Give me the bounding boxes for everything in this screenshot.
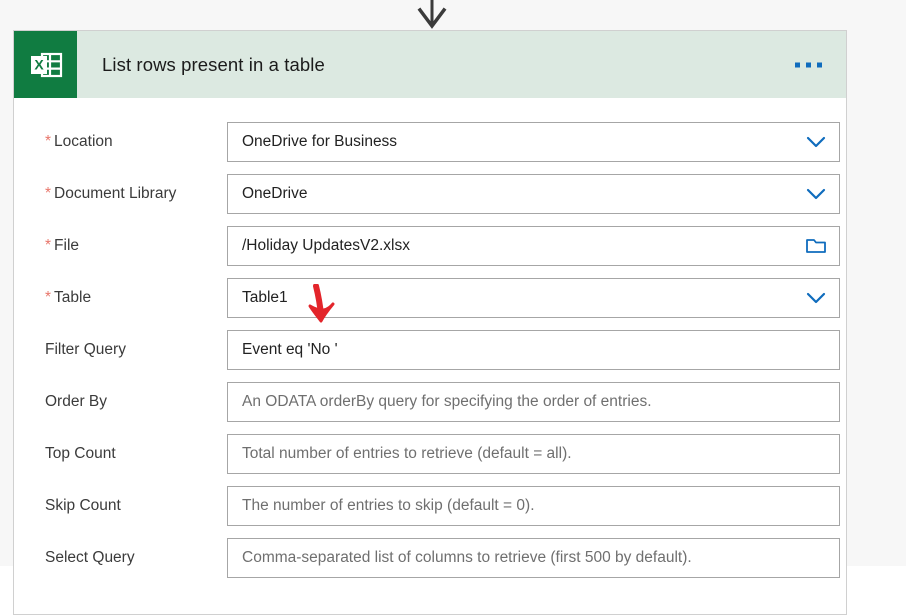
ellipsis-dot bbox=[817, 62, 822, 67]
field-row: Skip Count The number of entries to skip… bbox=[31, 480, 840, 532]
chevron-down-icon[interactable] bbox=[803, 285, 829, 311]
field-label-select-query: Select Query bbox=[31, 549, 227, 567]
field-label-filter-query: Filter Query bbox=[31, 341, 227, 359]
required-marker: * bbox=[45, 133, 52, 150]
field-label-text: Skip Count bbox=[45, 497, 121, 514]
action-card-body: * Location OneDrive for Business * Documen… bbox=[14, 98, 846, 614]
file-input[interactable]: /Holiday UpdatesV2.xlsx bbox=[227, 226, 840, 266]
field-label-text: Filter Query bbox=[45, 341, 126, 358]
field-label-top-count: Top Count bbox=[31, 445, 227, 463]
chevron-down-icon[interactable] bbox=[803, 181, 829, 207]
required-marker: * bbox=[45, 185, 52, 202]
document-library-input[interactable]: OneDrive bbox=[227, 174, 840, 214]
field-label-table: * Table bbox=[31, 289, 227, 307]
field-label-order-by: Order By bbox=[31, 393, 227, 411]
field-row: * Document Library OneDrive bbox=[31, 168, 840, 220]
required-marker: * bbox=[45, 237, 52, 254]
field-row: Top Count Total number of entries to ret… bbox=[31, 428, 840, 480]
top-count-input[interactable]: Total number of entries to retrieve (def… bbox=[227, 434, 840, 474]
table-value: Table1 bbox=[242, 289, 288, 306]
field-row: * Location OneDrive for Business bbox=[31, 116, 840, 168]
excel-glyph: X bbox=[30, 52, 62, 77]
action-card-header[interactable]: X List rows present in a table bbox=[14, 31, 846, 98]
flow-connector bbox=[404, 0, 460, 30]
field-row: Filter Query Event eq 'No ' bbox=[31, 324, 840, 376]
ellipsis-icon[interactable] bbox=[789, 54, 828, 75]
file-value: /Holiday UpdatesV2.xlsx bbox=[242, 237, 410, 254]
skip-count-placeholder: The number of entries to skip (default =… bbox=[242, 497, 535, 514]
location-input[interactable]: OneDrive for Business bbox=[227, 122, 840, 162]
required-marker: * bbox=[45, 289, 52, 306]
chevron-down-icon[interactable] bbox=[803, 129, 829, 155]
field-label-skip-count: Skip Count bbox=[31, 497, 227, 515]
field-label-text: Top Count bbox=[45, 445, 116, 462]
field-label-location: * Location bbox=[31, 133, 227, 151]
flow-connector-arrow-down-icon bbox=[417, 0, 447, 29]
order-by-placeholder: An ODATA orderBy query for specifying th… bbox=[242, 393, 652, 410]
field-label-file: * File bbox=[31, 237, 227, 255]
select-query-input[interactable]: Comma-separated list of columns to retri… bbox=[227, 538, 840, 578]
location-value: OneDrive for Business bbox=[242, 133, 398, 150]
table-input[interactable]: Table1 bbox=[227, 278, 840, 318]
screenshot-canvas: X List rows present in a table * Location… bbox=[0, 0, 906, 615]
top-count-placeholder: Total number of entries to retrieve (def… bbox=[242, 445, 572, 462]
field-row: * File /Holiday UpdatesV2.xlsx bbox=[31, 220, 840, 272]
excel-icon: X bbox=[14, 31, 77, 98]
field-label-text: Table bbox=[54, 289, 92, 306]
field-label-text: Order By bbox=[45, 393, 108, 410]
order-by-input[interactable]: An ODATA orderBy query for specifying th… bbox=[227, 382, 840, 422]
field-row: * Table Table1 bbox=[31, 272, 840, 324]
filter-query-input[interactable]: Event eq 'No ' bbox=[227, 330, 840, 370]
select-query-placeholder: Comma-separated list of columns to retri… bbox=[242, 549, 692, 566]
skip-count-input[interactable]: The number of entries to skip (default =… bbox=[227, 486, 840, 526]
field-row: Order By An ODATA orderBy query for spec… bbox=[31, 376, 840, 428]
field-label-document-library: * Document Library bbox=[31, 185, 227, 203]
svg-text:X: X bbox=[34, 56, 44, 72]
field-label-text: Location bbox=[54, 133, 113, 150]
document-library-value: OneDrive bbox=[242, 185, 308, 202]
filter-query-value: Event eq 'No ' bbox=[242, 341, 338, 358]
field-row: Select Query Comma-separated list of col… bbox=[31, 532, 840, 584]
field-label-text: Select Query bbox=[45, 549, 135, 566]
field-label-text: Document Library bbox=[54, 185, 177, 202]
action-card-title: List rows present in a table bbox=[102, 53, 325, 75]
folder-icon[interactable] bbox=[803, 233, 829, 259]
field-label-text: File bbox=[54, 237, 80, 254]
ellipsis-dot bbox=[795, 62, 800, 67]
action-card[interactable]: X List rows present in a table * Location… bbox=[13, 30, 847, 615]
ellipsis-dot bbox=[806, 62, 811, 67]
